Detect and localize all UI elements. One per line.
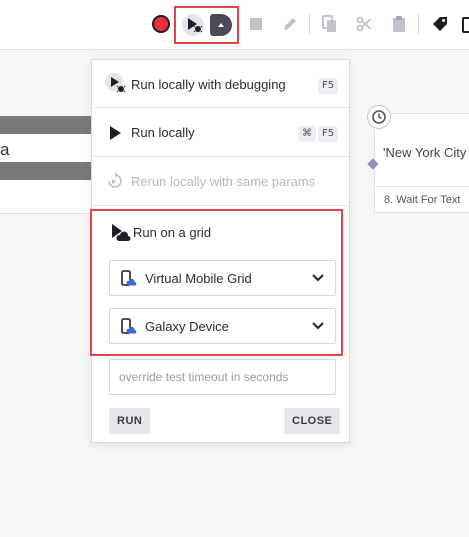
pencil-icon (284, 18, 296, 30)
close-button[interactable]: CLOSE (284, 408, 341, 434)
clipboard-icon (393, 16, 405, 32)
record-icon (152, 15, 170, 33)
clock-icon (372, 110, 386, 124)
run-options-dropdown[interactable] (210, 14, 232, 36)
grid-section-title: Run on a grid (133, 225, 212, 240)
menu-item-run-locally[interactable]: Run locally ⌘ F5 (92, 108, 349, 157)
menu-item-label: Run locally with debugging (131, 77, 286, 92)
toolbar-divider (309, 14, 310, 34)
run-options-panel: Run locally with debugging F5 Run locall… (91, 59, 350, 443)
step-node-value: 'New York City (383, 145, 467, 160)
step-node-title: 8. Wait For Text (375, 186, 469, 206)
chevron-down-icon (312, 322, 324, 330)
copy-button[interactable] (318, 12, 342, 36)
device-select-value: Galaxy Device (145, 319, 229, 334)
step-header-bar (0, 162, 100, 180)
device-select[interactable]: Galaxy Device (109, 308, 336, 344)
grid-select-value: Virtual Mobile Grid (145, 271, 252, 286)
menu-item-run-with-debugging[interactable]: Run locally with debugging F5 (92, 60, 349, 108)
stop-icon (250, 18, 262, 30)
run-debug-icon (105, 73, 126, 93)
shortcut-key: F5 (318, 126, 339, 142)
scissors-icon (356, 16, 372, 32)
grid-select[interactable]: Virtual Mobile Grid (109, 260, 336, 296)
run-debug-button[interactable] (182, 14, 204, 36)
copy-icon (322, 15, 336, 32)
mobile-cloud-icon (121, 270, 137, 286)
stop-button[interactable] (244, 12, 268, 36)
overflow-button[interactable] (457, 12, 469, 36)
mobile-cloud-icon (121, 318, 137, 334)
run-button-group (174, 6, 239, 44)
tag-button[interactable] (428, 12, 452, 36)
cut-button[interactable] (352, 12, 376, 36)
timeout-input[interactable]: override test timeout in seconds (109, 359, 336, 395)
shortcut-modifier: ⌘ (298, 126, 316, 142)
clipboard-icon (462, 17, 469, 33)
menu-item-label: Rerun locally with same params (131, 174, 316, 189)
menu-item-rerun-same-params[interactable]: Rerun locally with same params (92, 157, 349, 206)
step-node-text: a (0, 140, 10, 159)
play-icon (110, 126, 121, 140)
paste-button[interactable] (387, 12, 411, 36)
step-node-right[interactable]: 'New York City 8. Wait For Text (374, 113, 469, 213)
rerun-icon (108, 172, 122, 188)
run-debug-icon (188, 18, 203, 33)
toolbar (0, 0, 469, 50)
chevron-down-icon (312, 274, 324, 282)
menu-item-label: Run locally (131, 125, 195, 140)
step-header-bar (0, 116, 100, 134)
wait-step-badge (367, 105, 391, 129)
tag-icon (433, 17, 447, 31)
run-button[interactable]: RUN (109, 408, 151, 434)
dropdown-arrow-icon (218, 23, 224, 27)
toolbar-divider (418, 14, 419, 34)
shortcut-key: F5 (318, 78, 339, 94)
edit-button[interactable] (278, 12, 302, 36)
record-button[interactable] (149, 12, 173, 36)
cloud-run-icon (112, 224, 131, 241)
